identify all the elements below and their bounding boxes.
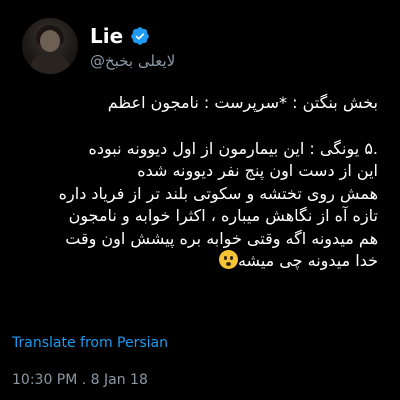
tweet-line: این از دست اون پنج نفر دیوونه شده — [137, 161, 378, 180]
tweet-timestamp[interactable]: 10:30 PM . 8 Jan 18 — [12, 372, 148, 388]
user-handle[interactable]: @لایعلی بخبخ — [90, 52, 175, 70]
tweet-line: تازه آه از نگاهش میباره ، اکثرا خوابه و … — [68, 206, 378, 225]
verified-badge-icon — [130, 26, 150, 46]
avatar-face — [40, 30, 60, 52]
hushed-face-emoji-icon — [218, 250, 238, 269]
avatar-body — [30, 52, 70, 74]
tweet-line-text: خدا میدونه چی میشه — [237, 251, 378, 270]
avatar[interactable] — [22, 18, 78, 74]
display-name[interactable]: Lie — [90, 24, 123, 48]
tweet-line: بخش بنگتن : *سرپرست : نامجون اعظم — [107, 93, 378, 112]
name-row: Lie — [90, 24, 150, 48]
translate-link[interactable]: Translate from Persian — [12, 335, 168, 351]
tweet-line-last: خدا میدونه چی میشه — [16, 250, 378, 273]
tweet-text: بخش بنگتن : *سرپرست : نامجون اعظم .۵ یون… — [16, 92, 378, 273]
tweet-line: همش روی تختشه و سکوتی بلند تر از فریاد د… — [58, 183, 378, 203]
tweet-line: هم میدونه اگه وقتی خوابه بره پیشش اون وق… — [65, 228, 378, 248]
tweet-header: Lie @لایعلی بخبخ — [22, 18, 382, 74]
tweet-line: .۵ یونگی : این بیمارمون از اول دیوونه نب… — [88, 138, 378, 158]
